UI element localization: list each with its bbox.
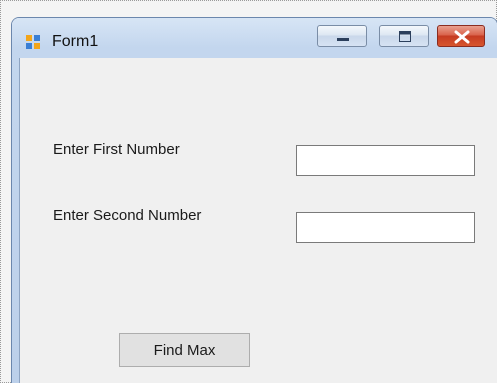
close-icon bbox=[454, 30, 470, 44]
maximize-icon bbox=[399, 31, 411, 42]
form-client-area: Enter First Number Enter Second Number F… bbox=[19, 58, 497, 383]
maximize-button[interactable] bbox=[379, 25, 429, 47]
minimize-icon bbox=[337, 38, 349, 41]
first-number-label: Enter First Number bbox=[53, 141, 180, 158]
find-max-button[interactable]: Find Max bbox=[119, 333, 250, 367]
second-number-input[interactable] bbox=[296, 212, 475, 243]
window-title: Form1 bbox=[52, 33, 99, 50]
first-number-input[interactable] bbox=[296, 145, 475, 176]
title-bar[interactable]: Form1 bbox=[12, 18, 497, 56]
close-button[interactable] bbox=[437, 25, 485, 47]
minimize-button[interactable] bbox=[317, 25, 367, 47]
form1-window: Form1 Enter First Number Enter Second Nu… bbox=[12, 18, 497, 383]
form-icon bbox=[25, 34, 41, 50]
second-number-label: Enter Second Number bbox=[53, 207, 202, 224]
